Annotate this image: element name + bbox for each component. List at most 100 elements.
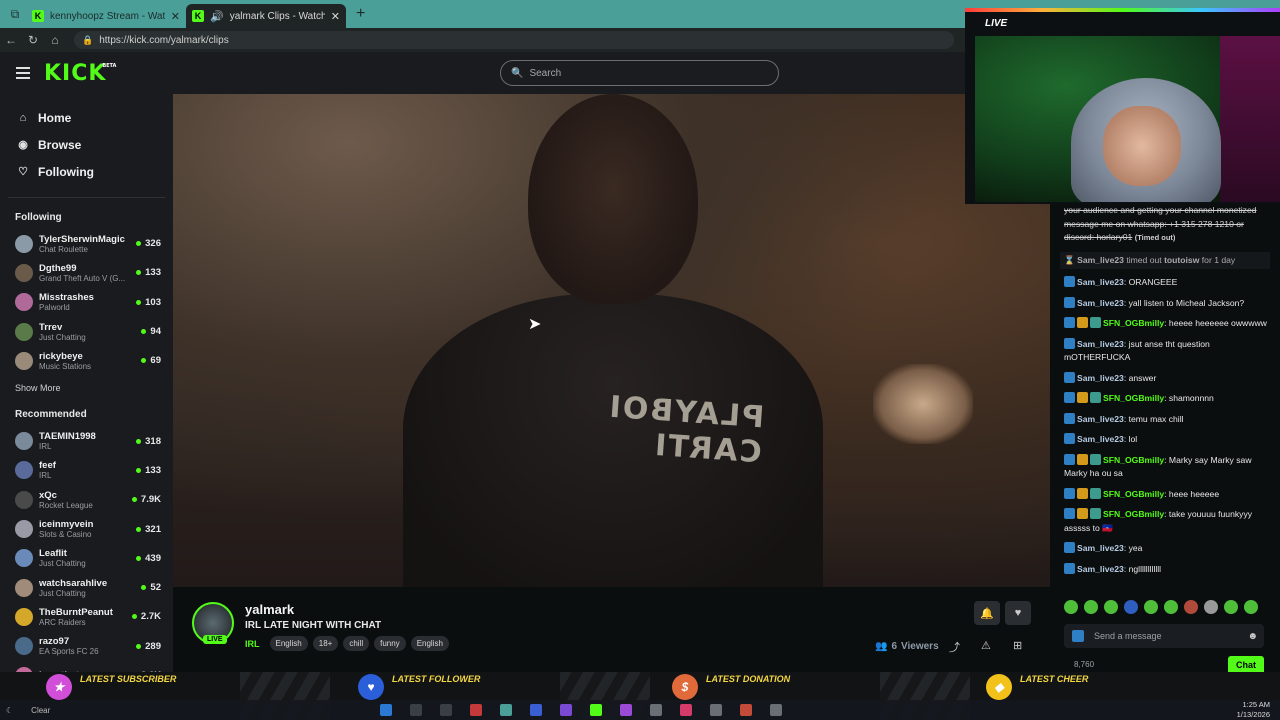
channel-avatar [15, 578, 33, 597]
report-icon[interactable]: ⚠ [981, 639, 991, 652]
speaker-icon[interactable]: 🔊 [210, 10, 224, 23]
emote-icon[interactable] [1064, 600, 1078, 614]
following-list: TylerSherwinMagic Chat Roulette 326 Dgthe99… [0, 229, 173, 375]
stream-tag[interactable]: funny [374, 636, 406, 651]
notification-bell-button[interactable]: 🔔 [974, 601, 1000, 625]
sidebar-channel[interactable]: rickybeye Music Stations 69 [0, 346, 173, 375]
chat-username[interactable]: Sam_live23 [1077, 373, 1124, 383]
taskbar-app-icon[interactable] [410, 704, 422, 716]
chat-username[interactable]: Sam_live23 [1077, 434, 1124, 444]
stream-info: LIVE yalmark IRL LATE NIGHT WITH CHAT IR… [173, 587, 1050, 672]
emoji-icon[interactable]: ☻ [1247, 631, 1258, 642]
chat-send-button[interactable]: Chat [1228, 656, 1264, 672]
emote-icon[interactable] [1204, 600, 1218, 614]
chat-message-deleted: your audience and getting your channel m… [1064, 204, 1270, 245]
emote-icon[interactable] [1104, 600, 1118, 614]
share-icon[interactable]: ⤴ [949, 639, 960, 655]
taskbar-app-icon[interactable] [740, 704, 752, 716]
sidebar-channel[interactable]: iceinmyvein Slots & Casino 321 [0, 514, 173, 543]
chat-username[interactable]: Sam_live23 [1077, 543, 1124, 553]
back-icon[interactable]: ← [0, 33, 22, 47]
close-tab-icon[interactable]: ✕ [331, 10, 340, 23]
taskbar-app-icon[interactable] [560, 704, 572, 716]
sidebar-channel[interactable]: kyootbot6.6K [0, 661, 173, 672]
sidebar-channel[interactable]: TAEMIN1998 IRL 318 [0, 426, 173, 455]
clock-date: 1/13/2026 [1236, 710, 1270, 719]
channel-category: Just Chatting [39, 332, 86, 342]
chat-username[interactable]: Sam_live23 [1077, 414, 1124, 424]
chat-username[interactable]: Sam_live23 [1077, 339, 1124, 349]
chat-username[interactable]: SFN_OGBmilly [1103, 489, 1164, 499]
category-link[interactable]: IRL [245, 639, 260, 649]
chat-username[interactable]: Sam_live23 [1077, 255, 1124, 265]
new-tab-button[interactable]: + [356, 5, 365, 23]
stream-tag[interactable]: English [410, 636, 449, 651]
sidebar-nav-home[interactable]: ⌂ Home [0, 104, 173, 131]
weather-icon[interactable]: ☾ [6, 706, 13, 715]
sidebar-nav-following[interactable]: ♡ Following [0, 158, 173, 185]
stream-tag[interactable]: 18+ [312, 636, 339, 651]
chat-input[interactable]: Send a message ☻ [1064, 624, 1264, 648]
browser-tab[interactable]: K kennyhoopz Stream - Watch L ✕ [26, 4, 186, 28]
taskbar-app-icon[interactable] [470, 704, 482, 716]
sidebar-channel[interactable]: Leaflit Just Chatting 439 [0, 544, 173, 573]
sidebar-channel[interactable]: Misstrashes Palworld 103 [0, 288, 173, 317]
channel-avatar [15, 234, 33, 253]
sidebar-channel[interactable]: xQc Rocket League 7.9K [0, 485, 173, 514]
channel-category: Slots & Casino [39, 530, 92, 540]
taskbar-app-icon[interactable] [500, 704, 512, 716]
chat-username[interactable]: SFN_OGBmilly [1103, 455, 1164, 465]
emote-icon[interactable] [1124, 600, 1138, 614]
chat-username[interactable]: SFN_OGBmilly [1103, 393, 1164, 403]
taskbar-app-icon[interactable] [440, 704, 452, 716]
sidebar-channel[interactable]: TylerSherwinMagic Chat Roulette 326 [0, 229, 173, 258]
browser-tab-active[interactable]: K 🔊 yalmark Clips - Watch Live on ✕ [186, 4, 346, 28]
chat-username[interactable]: Sam_live23 [1077, 277, 1124, 287]
taskbar-app-icon[interactable] [710, 704, 722, 716]
alert-label: LATEST FOLLOWER [392, 674, 481, 684]
taskbar-app-icon[interactable] [650, 704, 662, 716]
sidebar-channel[interactable]: Dgthe99 Grand Theft Auto V (G... 133 [0, 258, 173, 287]
home-icon[interactable]: ⌂ [44, 33, 66, 47]
emote-icon[interactable] [1164, 600, 1178, 614]
workspaces-icon[interactable]: ⧉ [4, 3, 26, 25]
emote-icon[interactable] [1184, 600, 1198, 614]
gift-icon[interactable]: ⊞ [1013, 639, 1022, 652]
close-tab-icon[interactable]: ✕ [171, 10, 180, 23]
emote-icon[interactable] [1084, 600, 1098, 614]
taskbar-app-icon[interactable] [620, 704, 632, 716]
target-username[interactable]: toutoisw [1164, 255, 1199, 265]
taskbar-app-icon[interactable] [770, 704, 782, 716]
system-clock[interactable]: 1:25 AM 1/13/2026 [1237, 700, 1270, 720]
taskbar-app-icon[interactable] [590, 704, 602, 716]
chat-username[interactable]: Sam_live23 [1077, 298, 1124, 308]
url-field[interactable]: 🔒 https://kick.com/yalmark/clips [74, 31, 954, 49]
channel-name: Misstrashes [39, 292, 94, 304]
taskbar-app-icon[interactable] [380, 704, 392, 716]
sidebar-channel[interactable]: TheBurntPeanut ARC Raiders 2.7K [0, 602, 173, 631]
emote-icon[interactable] [1244, 600, 1258, 614]
sidebar-channel[interactable]: Trrev Just Chatting 94 [0, 317, 173, 346]
kick-logo[interactable]: KICK BETA [44, 61, 116, 86]
follow-button[interactable]: ♥ [1005, 601, 1031, 625]
emote-icon[interactable] [1224, 600, 1238, 614]
chat-username[interactable]: SFN_OGBmilly [1103, 318, 1164, 328]
reload-icon[interactable]: ↻ [22, 33, 44, 47]
taskbar-app-icon[interactable] [530, 704, 542, 716]
sidebar-channel[interactable]: watchsarahlive Just Chatting 52 [0, 573, 173, 602]
sidebar-nav-browse[interactable]: ◉ Browse [0, 131, 173, 158]
channel-name[interactable]: yalmark [245, 602, 294, 617]
menu-icon[interactable] [16, 64, 30, 82]
cam-live-label: LIVE [985, 18, 1008, 29]
sidebar-channel[interactable]: razo97 EA Sports FC 26 289 [0, 632, 173, 661]
chat-username[interactable]: SFN_OGBmilly [1103, 509, 1164, 519]
taskbar-app-icon[interactable] [680, 704, 692, 716]
video-player[interactable]: PLAYBOI CARTI ➤ [173, 94, 1050, 587]
chat-username[interactable]: Sam_live23 [1077, 564, 1124, 574]
search-input[interactable]: 🔍 Search [500, 60, 779, 86]
stream-tag[interactable]: English [269, 636, 308, 651]
emote-icon[interactable] [1144, 600, 1158, 614]
show-more-link[interactable]: Show More [0, 375, 173, 401]
sidebar-channel[interactable]: feef IRL 133 [0, 456, 173, 485]
stream-tag[interactable]: chill [343, 636, 370, 651]
